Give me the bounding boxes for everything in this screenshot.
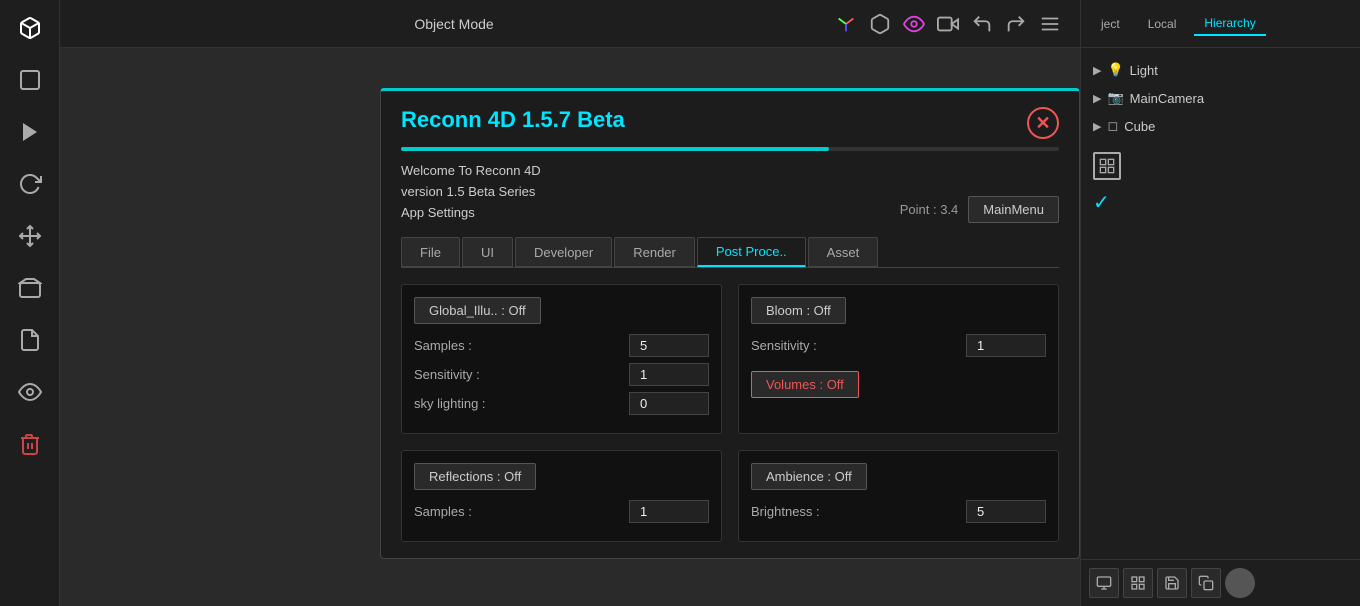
frame-icon[interactable] <box>1093 152 1121 180</box>
dialog-header: Reconn 4D 1.5.7 Beta ✕ <box>381 91 1079 147</box>
skylighting-value: 0 <box>629 392 709 415</box>
light-bulb-icon: 💡 <box>1107 62 1123 78</box>
eye-sidebar-icon[interactable] <box>12 374 48 410</box>
top-bar: Object Mode <box>60 0 1080 48</box>
hierarchy-item-maincamera[interactable]: ▶ 📷 MainCamera <box>1081 84 1360 112</box>
camera-hier-icon: 📷 <box>1107 90 1123 106</box>
move-icon[interactable] <box>12 218 48 254</box>
tab-ject[interactable]: ject <box>1091 13 1130 35</box>
bloom-sensitivity-row: Sensitivity : 1 <box>751 334 1046 357</box>
dialog-content: Global_Illu.. : Off Samples : 5 Sensitiv… <box>381 268 1079 558</box>
copy-bottom-icon[interactable] <box>1191 568 1221 598</box>
dialog-tabs: File UI Developer Render Post Proce.. As… <box>381 237 1079 267</box>
point-label: Point : 3.4 <box>900 202 959 217</box>
hierarchy-item-cube[interactable]: ▶ ◻ Cube <box>1081 112 1360 140</box>
reflections-panel: Reflections : Off Samples : 1 <box>401 450 722 542</box>
circle-bottom-icon[interactable] <box>1225 568 1255 598</box>
right-panel: ject Local Hierarchy ▶ 💡 Light ▶ 📷 MainC… <box>1080 0 1360 606</box>
tab-hierarchy[interactable]: Hierarchy <box>1194 12 1265 36</box>
square-outline-icon[interactable] <box>12 62 48 98</box>
samples-label: Samples : <box>414 338 472 353</box>
dialog-info-text: Welcome To Reconn 4D version 1.5 Beta Se… <box>401 161 541 223</box>
cube-label: Cube <box>1124 119 1155 134</box>
cube-arrow-icon: ▶ <box>1093 120 1101 133</box>
sensitivity-value: 1 <box>629 363 709 386</box>
check-area: ✓ <box>1081 184 1360 221</box>
cube-hier-icon: ◻ <box>1107 118 1118 134</box>
brightness-label: Brightness : <box>751 504 820 519</box>
refresh-icon[interactable] <box>12 166 48 202</box>
global-illum-panel: Global_Illu.. : Off Samples : 5 Sensitiv… <box>401 284 722 434</box>
left-sidebar <box>0 0 60 606</box>
right-panel-bottom <box>1081 559 1360 606</box>
camera-icon[interactable] <box>934 10 962 38</box>
light-label: Light <box>1130 63 1158 78</box>
top-right-icons <box>832 10 1064 38</box>
hierarchy-list: ▶ 💡 Light ▶ 📷 MainCamera ▶ ◻ Cube <box>1081 48 1360 148</box>
reflections-toggle[interactable]: Reflections : Off <box>414 463 536 490</box>
frame-icon-area <box>1081 148 1360 184</box>
tab-file[interactable]: File <box>401 237 460 267</box>
tab-post-proce[interactable]: Post Proce.. <box>697 237 806 267</box>
bloom-sensitivity-value: 1 <box>966 334 1046 357</box>
dialog: Reconn 4D 1.5.7 Beta ✕ Welcome To Reconn… <box>380 88 1080 559</box>
welcome-line3: App Settings <box>401 203 541 224</box>
welcome-line2: version 1.5 Beta Series <box>401 182 541 203</box>
layers-icon[interactable] <box>12 270 48 306</box>
main-area: Object Mode <box>60 0 1080 606</box>
right-panel-tabs: ject Local Hierarchy <box>1081 0 1360 48</box>
screen-bottom-icon[interactable] <box>1089 568 1119 598</box>
global-illum-toggle[interactable]: Global_Illu.. : Off <box>414 297 541 324</box>
dialog-info: Welcome To Reconn 4D version 1.5 Beta Se… <box>381 151 1079 229</box>
redo-icon[interactable] <box>1002 10 1030 38</box>
axis-3d-icon[interactable] <box>832 10 860 38</box>
sensitivity-row: Sensitivity : 1 <box>414 363 709 386</box>
tab-local[interactable]: Local <box>1138 13 1187 35</box>
bloom-toggle[interactable]: Bloom : Off <box>751 297 846 324</box>
bloom-sensitivity-label: Sensitivity : <box>751 338 817 353</box>
dialog-title: Reconn 4D 1.5.7 Beta <box>401 107 625 133</box>
close-button[interactable]: ✕ <box>1027 107 1059 139</box>
hierarchy-item-light[interactable]: ▶ 💡 Light <box>1081 56 1360 84</box>
refl-samples-row: Samples : 1 <box>414 500 709 523</box>
save-bottom-icon[interactable] <box>1157 568 1187 598</box>
volumes-toggle[interactable]: Volumes : Off <box>751 371 859 398</box>
ambience-toggle[interactable]: Ambience : Off <box>751 463 867 490</box>
undo-icon[interactable] <box>968 10 996 38</box>
sensitivity-label: Sensitivity : <box>414 367 480 382</box>
dialog-info-right: Point : 3.4 MainMenu <box>900 196 1059 223</box>
refl-samples-value: 1 <box>629 500 709 523</box>
tab-ui[interactable]: UI <box>462 237 513 267</box>
camera-arrow-icon: ▶ <box>1093 92 1101 105</box>
tab-render[interactable]: Render <box>614 237 695 267</box>
mode-label: Object Mode <box>414 16 493 32</box>
viewport[interactable]: Reconn 4D 1.5.7 Beta ✕ Welcome To Reconn… <box>60 48 1080 606</box>
maincamera-label: MainCamera <box>1130 91 1204 106</box>
bloom-panel: Bloom : Off Sensitivity : 1 Volumes : Of… <box>738 284 1059 434</box>
hamburger-icon[interactable] <box>1036 10 1064 38</box>
skylighting-row: sky lighting : 0 <box>414 392 709 415</box>
ambience-panel: Ambience : Off Brightness : 5 <box>738 450 1059 542</box>
checkmark-icon: ✓ <box>1093 190 1110 215</box>
trash-icon[interactable] <box>12 426 48 462</box>
tab-developer[interactable]: Developer <box>515 237 612 267</box>
play-icon[interactable] <box>12 114 48 150</box>
eye-top-icon[interactable] <box>900 10 928 38</box>
cube-icon[interactable] <box>12 10 48 46</box>
brightness-row: Brightness : 5 <box>751 500 1046 523</box>
document-icon[interactable] <box>12 322 48 358</box>
tab-asset[interactable]: Asset <box>808 237 879 267</box>
welcome-line1: Welcome To Reconn 4D <box>401 161 541 182</box>
cube-3d-icon[interactable] <box>866 10 894 38</box>
skylighting-label: sky lighting : <box>414 396 486 411</box>
light-arrow-icon: ▶ <box>1093 64 1101 77</box>
samples-value: 5 <box>629 334 709 357</box>
brightness-value: 5 <box>966 500 1046 523</box>
refl-samples-label: Samples : <box>414 504 472 519</box>
samples-row: Samples : 5 <box>414 334 709 357</box>
main-menu-button[interactable]: MainMenu <box>968 196 1059 223</box>
grid-bottom-icon[interactable] <box>1123 568 1153 598</box>
